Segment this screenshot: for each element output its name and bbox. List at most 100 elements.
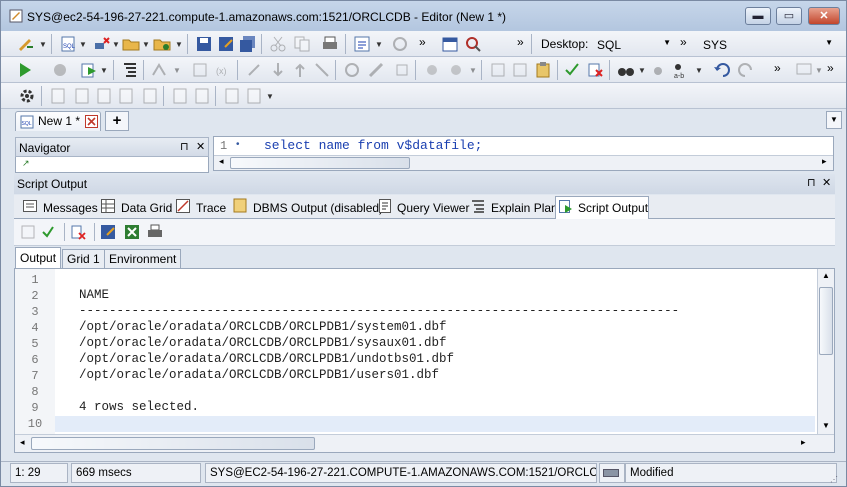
toolbar-overflow-button[interactable]: » [680,35,687,49]
save-all-icon[interactable] [239,35,257,53]
settings-gear-icon[interactable] [19,87,37,105]
find-next-icon[interactable] [651,61,669,79]
editor-hscroll[interactable]: ◂ ▸ [214,155,833,170]
toolbar-overflow-button[interactable]: » [419,35,426,49]
excel-export-icon[interactable] [124,224,140,240]
tab-new-1[interactable]: SQL New 1 * [15,111,101,131]
undo-icon[interactable] [713,61,731,79]
tree-node-icon[interactable]: ↗ [22,158,30,169]
dropdown-arrow-icon[interactable]: ▼ [375,40,383,49]
pencil-run-icon[interactable] [17,35,35,53]
dropdown-arrow-icon[interactable]: ▼ [39,40,47,49]
print-icon[interactable] [321,35,339,53]
freeze-view-icon[interactable] [20,224,36,240]
dropdown-arrow-icon[interactable]: ▼ [173,66,181,75]
dropdown-arrow-icon[interactable]: ▼ [815,66,823,75]
autotrace-icon[interactable] [151,61,169,79]
toolbar-overflow-button[interactable]: » [517,35,524,49]
commit-icon[interactable] [51,61,69,79]
close-panel-icon[interactable]: ✕ [196,140,205,153]
export-icon[interactable] [245,87,263,105]
step-out-icon[interactable] [313,61,331,79]
scroll-right-icon[interactable]: ▸ [801,437,806,448]
clipboard-icon[interactable] [534,61,552,79]
save-as-icon[interactable] [217,35,235,53]
report-icon[interactable] [223,87,241,105]
scroll-up-icon[interactable]: ▲ [822,271,830,280]
script-output-text-area[interactable]: 1 2 NAME 3 ---------------------------------… [14,268,835,453]
lower-case-icon[interactable] [511,61,529,79]
run-script-icon[interactable] [80,61,98,79]
toolbar-overflow-button[interactable]: » [827,61,834,75]
unshared-worksheet-icon[interactable] [423,61,441,79]
scroll-left-icon[interactable]: ◂ [20,437,25,448]
snippet-icon[interactable] [171,87,189,105]
plugin-icon[interactable] [393,61,411,79]
dropdown-arrow-icon[interactable]: ▼ [142,40,150,49]
tab-grid-1[interactable]: Grid 1 [62,249,105,268]
save-icon[interactable] [195,35,213,53]
redo-icon[interactable] [737,61,755,79]
refresh-icon[interactable] [391,35,409,53]
step-over-icon[interactable] [291,61,309,79]
dropdown-arrow-icon[interactable]: ▼ [469,66,477,75]
dropdown-arrow-icon[interactable]: ▼ [266,92,274,101]
sql-tuning-icon[interactable] [191,61,209,79]
print-output-icon[interactable] [147,224,163,240]
file-icon[interactable] [141,87,159,105]
template-icon[interactable] [193,87,211,105]
connection-select[interactable]: SYS ▼ [698,34,838,54]
bind-variables-icon[interactable]: (x) [215,61,233,79]
scroll-left-icon[interactable]: ◂ [219,156,224,167]
commit-output-icon[interactable] [42,224,58,240]
new-file-icon[interactable] [49,87,67,105]
calendar-icon[interactable] [441,35,459,53]
tab-output[interactable]: Output [15,247,62,268]
find-db-object-icon[interactable] [464,35,482,53]
dropdown-arrow-icon[interactable]: ▼ [112,40,120,49]
sql-file-icon[interactable]: SQL [59,35,77,53]
dropdown-arrow-icon[interactable]: ▼ [175,40,183,49]
tab-environment[interactable]: Environment [104,249,182,268]
format-icon[interactable] [343,61,361,79]
clear-icon[interactable] [586,61,604,79]
run-statement-icon[interactable] [17,61,35,79]
add-tab-button[interactable]: + [105,111,129,131]
dropdown-arrow-icon[interactable]: ▼ [100,66,108,75]
minimize-button[interactable]: ▬ [745,7,771,25]
output-hscroll-thumb[interactable] [31,437,315,450]
sqlplus-icon[interactable] [447,61,465,79]
step-into-icon[interactable] [269,61,287,79]
desktop-select[interactable]: SQL ▼ [592,34,676,54]
clear-output-icon[interactable] [70,224,86,240]
replace-icon[interactable]: a-b [673,61,691,79]
resize-grip-icon[interactable]: ⋰ [830,475,838,484]
tab-list-dropdown-button[interactable]: ▼ [826,111,842,129]
pin-icon[interactable]: ⊓ [180,140,189,153]
link-icon[interactable] [367,61,385,79]
sql-history-icon[interactable] [353,35,371,53]
validate-icon[interactable] [564,61,582,79]
scroll-down-icon[interactable]: ▼ [822,421,830,430]
duplicate-icon[interactable] [95,87,113,105]
debug-step-icon[interactable] [245,61,263,79]
output-vscroll[interactable]: ▲ ▼ [817,269,834,434]
output-vscroll-thumb[interactable] [819,287,833,355]
close-tab-icon[interactable] [85,115,98,128]
disconnect-icon[interactable] [93,35,111,53]
explain-plan-icon[interactable] [121,61,139,79]
output-hscroll[interactable]: ◂ ▸ [15,434,834,452]
compare-icon[interactable] [117,87,135,105]
close-panel-icon[interactable]: ✕ [822,176,831,189]
tab-script-output[interactable]: Script Output [555,196,649,219]
cut-icon[interactable] [269,35,287,53]
open-recent-icon[interactable] [153,35,171,53]
editor-code[interactable]: select name from v$datafile; [264,138,482,153]
pin-icon[interactable]: ⊓ [807,176,816,189]
find-icon[interactable] [617,61,635,79]
maximize-button[interactable]: ▭ [776,7,802,25]
dropdown-arrow-icon[interactable]: ▼ [638,66,646,75]
editor-hscroll-thumb[interactable] [230,157,410,169]
sql-editor[interactable]: 1 • select name from v$datafile; ◂ ▸ [213,136,834,171]
open-folder-icon[interactable] [122,35,140,53]
